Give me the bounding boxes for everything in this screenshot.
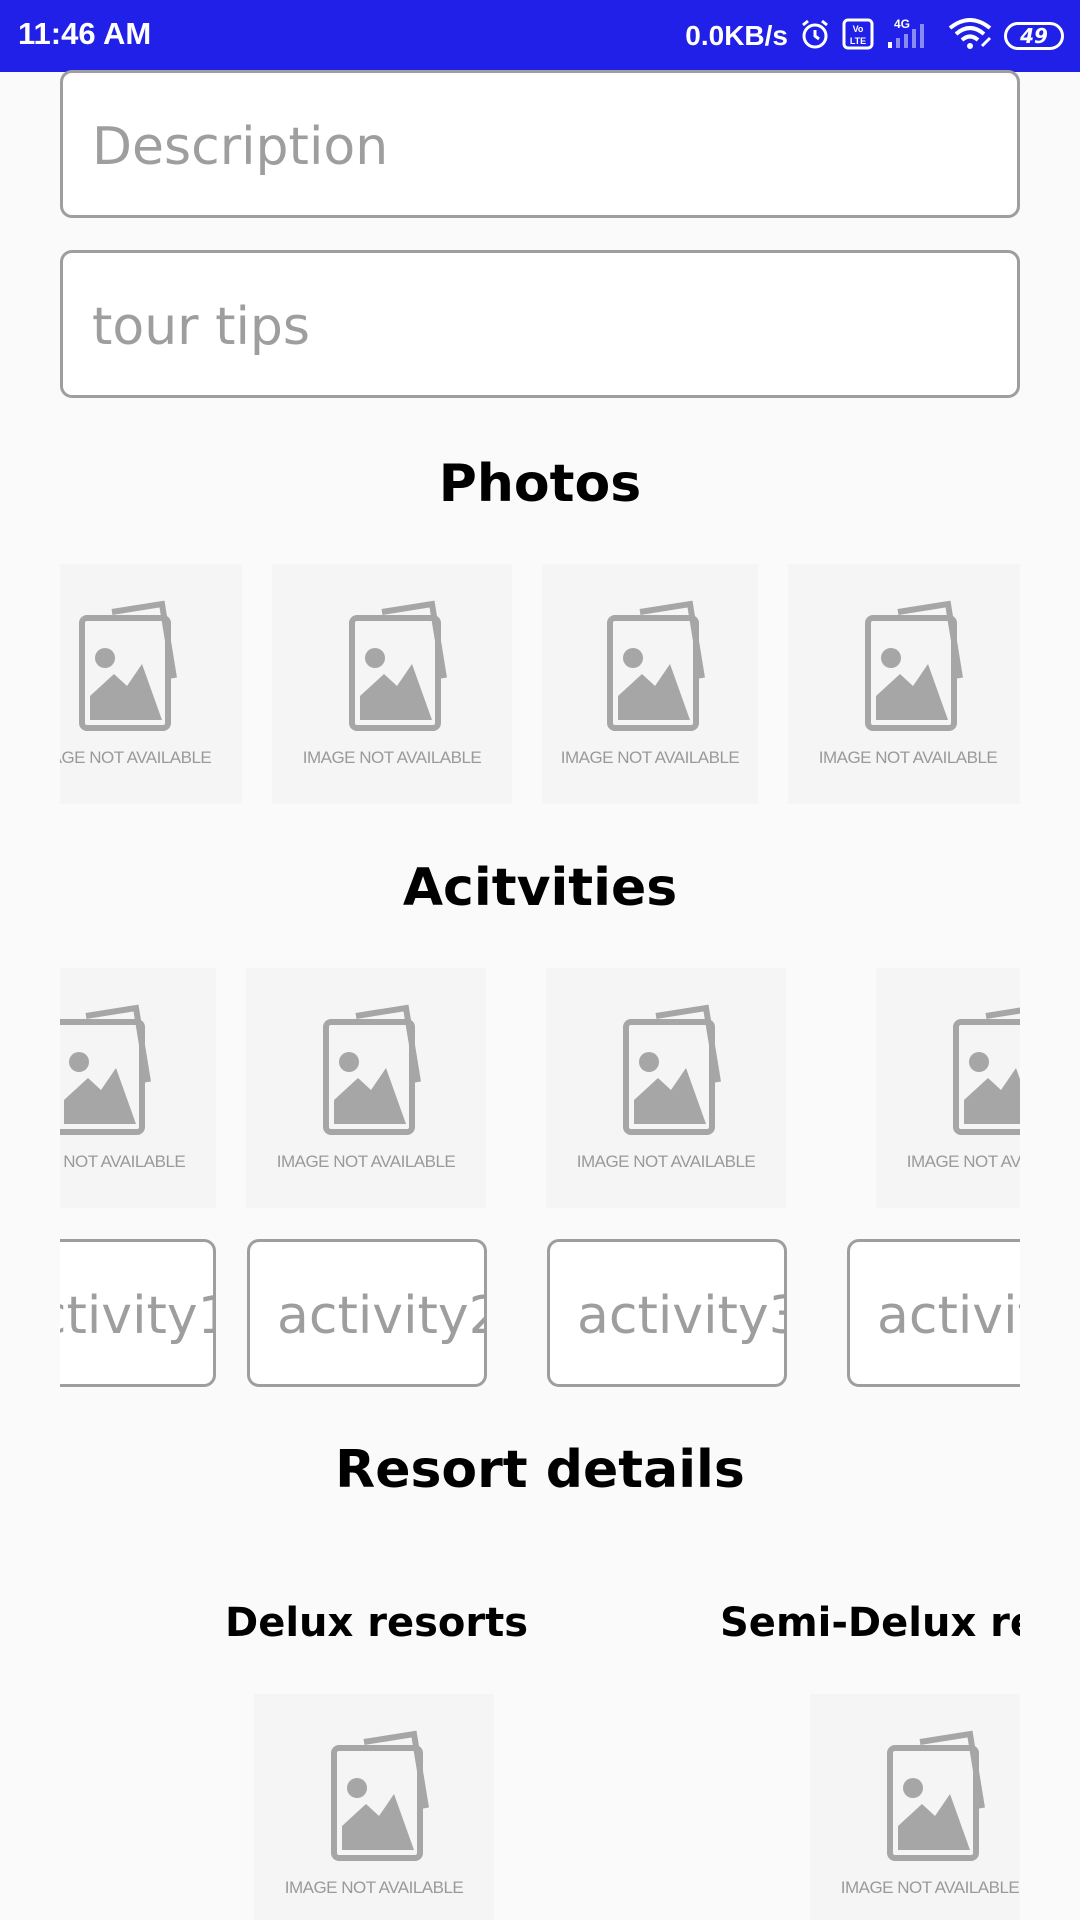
image-not-available-label: IMAGE NOT AVAILABLE (906, 1152, 1020, 1171)
photo-card[interactable]: IMAGE NOT AVAILABLE (542, 564, 758, 804)
image-placeholder-icon (349, 600, 447, 731)
activity-name-field[interactable]: activity2 (247, 1239, 487, 1387)
activity-image-card[interactable]: IMAGE NOT AVAILABLE (246, 968, 486, 1208)
resort-image-card[interactable]: IMAGE NOT AVAILABLE (254, 1694, 494, 1920)
activity-image-card[interactable]: IMAGE NOT AVAILABLE (876, 968, 1020, 1208)
svg-text:LTE: LTE (850, 36, 866, 46)
battery-level: 49 (1020, 24, 1048, 48)
activity-name: activity1 (60, 1286, 213, 1346)
image-not-available-label: IMAGE NOT AVAILABLE (284, 1878, 464, 1897)
activity-name-field[interactable]: activity3 (547, 1239, 787, 1387)
resort-strip[interactable]: Delux resorts Semi-Delux resorts IMAGE N… (60, 1590, 1020, 1920)
image-placeholder-icon (865, 600, 963, 731)
resort-image-card[interactable]: IMAGE NOT AVAILABLE (810, 1694, 1020, 1920)
activity-name-field[interactable]: activity4 (847, 1239, 1020, 1387)
activity-name: activity2 (277, 1286, 487, 1346)
alarm-icon (798, 17, 832, 55)
photos-strip[interactable]: IMAGE NOT AVAILABLE IMAGE NOT AVAILABLE … (60, 564, 1020, 804)
network-speed: 0.0KB/s (685, 20, 788, 51)
image-placeholder-icon (623, 1004, 721, 1135)
activity-image-card[interactable]: IMAGE NOT AVAILABLE (60, 968, 216, 1208)
description-field[interactable]: Description (60, 70, 1020, 218)
activities-name-strip[interactable]: activity1 activity2 activity3 activity4 (60, 1239, 1020, 1389)
activity-image-card[interactable]: IMAGE NOT AVAILABLE (546, 968, 786, 1208)
status-bar: 11:46 AM 0.0KB/s Vo LTE 4G 49 (0, 0, 1080, 72)
image-placeholder-icon (323, 1004, 421, 1135)
resort-category-title: Semi-Delux resorts (720, 1600, 1020, 1646)
image-not-available-label: IMAGE NOT AVAILABLE (576, 1152, 756, 1171)
resort-category-title: Delux resorts (225, 1600, 529, 1646)
image-not-available-label: IMAGE NOT AVAILABLE (60, 748, 212, 767)
image-not-available-label: IMAGE NOT AVAILABLE (818, 748, 998, 767)
image-placeholder-icon (607, 600, 705, 731)
image-placeholder-icon (79, 600, 177, 731)
activity-name: activity3 (577, 1286, 787, 1346)
image-not-available-label: IMAGE NOT AVAILABLE (276, 1152, 456, 1171)
status-icons: 0.0KB/s Vo LTE 4G 49 (685, 14, 1064, 58)
image-not-available-label: IMAGE NOT AVAILABLE (60, 1152, 186, 1171)
image-not-available-label: IMAGE NOT AVAILABLE (840, 1878, 1020, 1897)
battery-indicator: 49 (1004, 22, 1064, 50)
image-placeholder-icon (953, 1007, 1020, 1135)
status-time: 11:46 AM (18, 16, 152, 51)
wifi-icon (946, 16, 994, 56)
activities-image-strip[interactable]: IMAGE NOT AVAILABLE IMAGE NOT AVAILABLE … (60, 968, 1020, 1208)
photo-card[interactable]: IMAGE NOT AVAILABLE (60, 564, 242, 804)
volte-icon: Vo LTE (842, 18, 874, 54)
activities-title: Acitvities (402, 858, 678, 918)
resort-details-title: Resort details (335, 1440, 745, 1500)
activity-name-field[interactable]: activity1 (60, 1239, 216, 1387)
image-placeholder-icon (60, 1004, 151, 1135)
photo-card[interactable]: IMAGE NOT AVAILABLE (272, 564, 512, 804)
description-placeholder: Description (92, 117, 389, 177)
photos-title: Photos (438, 454, 642, 514)
photo-card[interactable]: IMAGE NOT AVAILABLE (788, 564, 1020, 804)
tour-tips-field[interactable]: tour tips (60, 250, 1020, 398)
svg-text:4G: 4G (894, 17, 910, 31)
image-not-available-label: IMAGE NOT AVAILABLE (302, 748, 482, 767)
image-not-available-label: IMAGE NOT AVAILABLE (560, 748, 740, 767)
svg-text:Vo: Vo (853, 24, 864, 34)
activity-name: activity4 (877, 1286, 1020, 1346)
signal-4g-icon: 4G (884, 16, 936, 56)
tour-tips-placeholder: tour tips (92, 297, 311, 357)
